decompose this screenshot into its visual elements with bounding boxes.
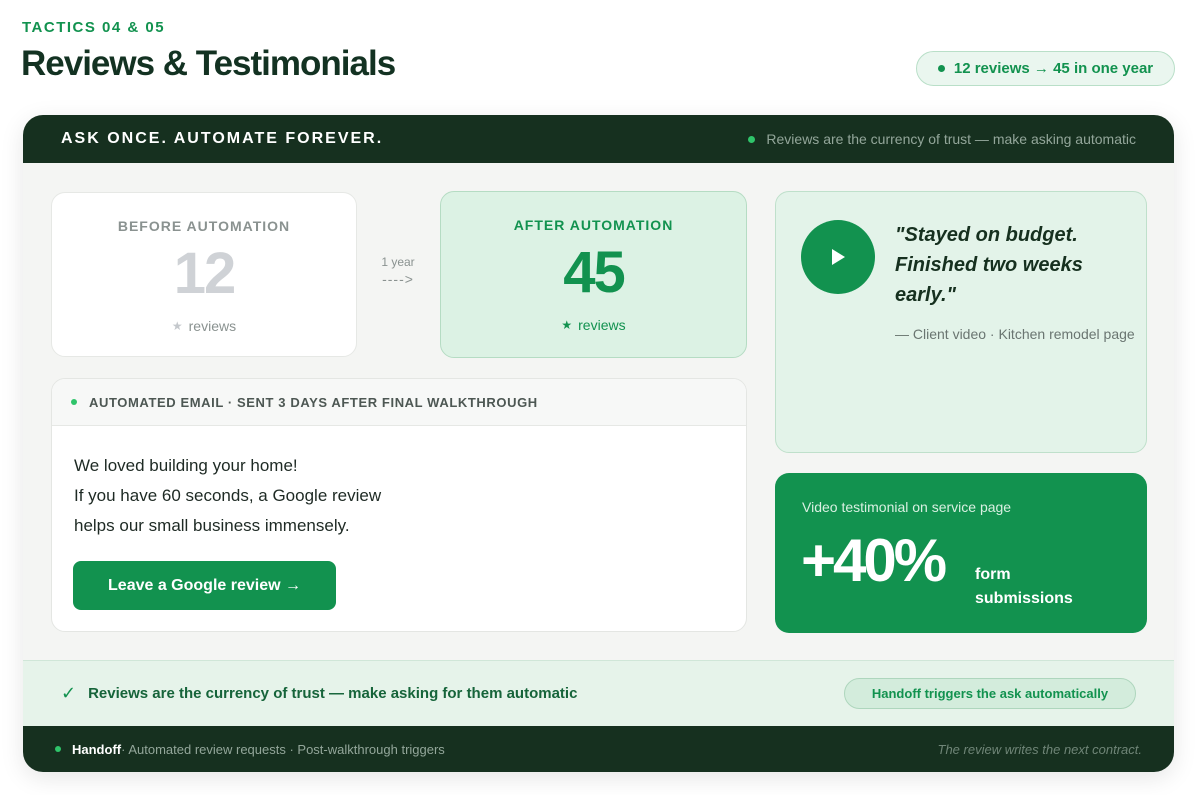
star-icon: ★	[171, 319, 183, 333]
automated-email-panel: AUTOMATED EMAIL · SENT 3 DAYS AFTER FINA…	[51, 378, 747, 632]
after-unit-label: reviews	[578, 317, 626, 333]
email-line: helps our small business immensely.	[74, 516, 350, 535]
lift-caption: Video testimonial on service page	[802, 499, 1012, 515]
summary-message-text: Reviews are the currency of trust — make…	[88, 685, 578, 702]
card-subline-text: Reviews are the currency of trust — make…	[766, 131, 1136, 147]
after-unit: ★ reviews	[441, 317, 746, 333]
main-card: ASK ONCE. AUTOMATE FOREVER. Reviews are …	[23, 115, 1174, 772]
quote-line: early."	[895, 284, 957, 306]
dashed-arrow-icon: ---->	[382, 271, 414, 287]
before-unit: ★ reviews	[52, 318, 356, 334]
email-header-text: AUTOMATED EMAIL · SENT 3 DAYS AFTER FINA…	[89, 394, 538, 410]
lift-tail: form submissions	[975, 563, 1073, 611]
before-automation-panel: BEFORE AUTOMATION 12 ★ reviews	[51, 192, 357, 357]
stat-pill: 12 reviews → 45 in one year	[916, 51, 1175, 86]
before-label: BEFORE AUTOMATION	[117, 218, 291, 234]
testimonial-quote: "Stayed on budget. Finished two weeks ea…	[895, 220, 1125, 310]
leave-google-review-button[interactable]: Leave a Google review →	[73, 561, 336, 610]
lift-value: +40%	[801, 527, 947, 594]
card-header: ASK ONCE. AUTOMATE FOREVER. Reviews are …	[23, 115, 1174, 163]
lift-tail-line: submissions	[975, 590, 1073, 607]
footer-details: · Automated review requests · Post-walkt…	[121, 741, 445, 757]
page-title: Reviews & Testimonials	[21, 44, 396, 83]
transition-arrow: 1 year ---->	[371, 255, 425, 287]
after-value: 45	[563, 240, 626, 305]
play-icon	[832, 249, 845, 265]
testimonial-attribution: — Client video · Kitchen remodel page	[895, 326, 1135, 342]
footer-left: Handoff · Automated review requests · Po…	[55, 742, 445, 757]
card-subline: Reviews are the currency of trust — make…	[748, 131, 1136, 147]
stat-pill-label: 12 reviews → 45 in one year	[953, 60, 1154, 77]
summary-strip: ✓ Reviews are the currency of trust — ma…	[23, 660, 1174, 726]
lift-tail-line: form	[975, 566, 1011, 583]
status-dot	[937, 65, 945, 72]
email-header: AUTOMATED EMAIL · SENT 3 DAYS AFTER FINA…	[52, 379, 746, 426]
footer-brand: Handoff	[72, 741, 122, 757]
summary-message: ✓ Reviews are the currency of trust — ma…	[61, 683, 577, 704]
status-dot	[71, 399, 77, 405]
quote-line: "Stayed on budget.	[895, 224, 1078, 246]
status-dot	[748, 135, 756, 143]
status-dot	[55, 746, 61, 752]
footer-tagline: The review writes the next contract.	[937, 741, 1142, 757]
form-lift-panel: Video testimonial on service page +40% f…	[775, 473, 1147, 633]
after-label: AFTER AUTOMATION	[513, 217, 674, 233]
email-line: If you have 60 seconds, a Google review	[74, 486, 382, 505]
quote-line: Finished two weeks	[895, 254, 1083, 276]
card-headline: ASK ONCE. AUTOMATE FOREVER.	[61, 130, 384, 147]
eyebrow: TACTICS 04 & 05	[22, 19, 166, 36]
email-body: We loved building your home! If you have…	[52, 426, 746, 541]
after-automation-panel: AFTER AUTOMATION 45 ★ reviews	[440, 191, 747, 358]
handoff-tag: Handoff triggers the ask automatically	[844, 678, 1136, 709]
check-icon: ✓	[61, 683, 77, 703]
play-button[interactable]	[801, 220, 875, 294]
card-footer: Handoff · Automated review requests · Po…	[23, 726, 1174, 772]
star-icon: ★	[561, 318, 573, 332]
email-line: We loved building your home!	[74, 456, 298, 475]
transition-label: 1 year	[381, 255, 415, 269]
video-testimonial-panel: "Stayed on budget. Finished two weeks ea…	[775, 191, 1147, 453]
before-value: 12	[173, 241, 237, 306]
before-unit-label: reviews	[188, 318, 237, 334]
